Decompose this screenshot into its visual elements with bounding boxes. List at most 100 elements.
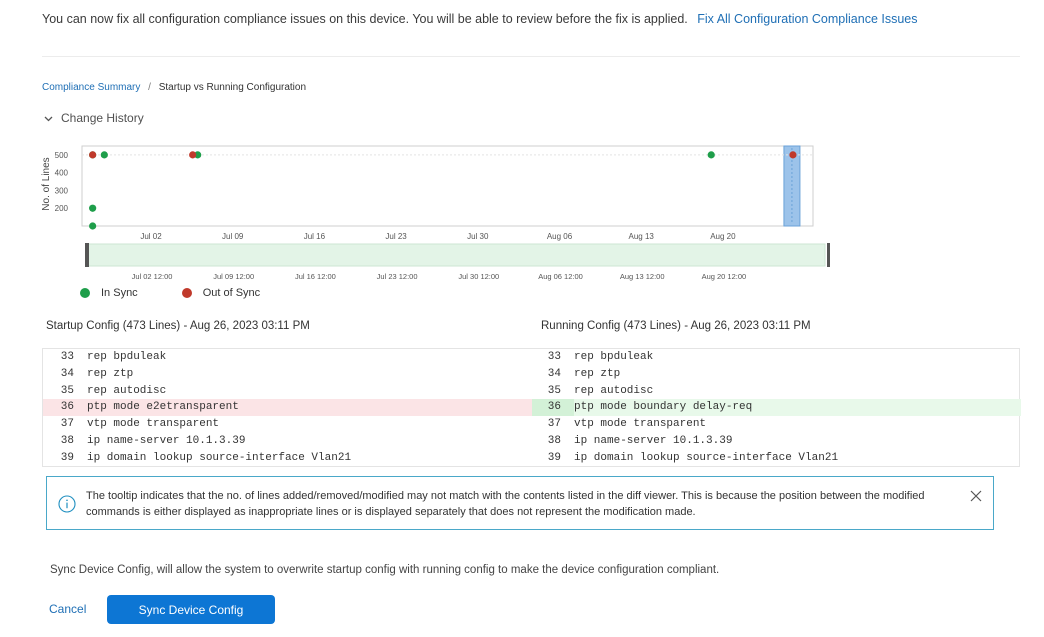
navigator-tick-label: Jul 09 12:00	[213, 272, 254, 281]
info-icon	[58, 495, 76, 513]
in-sync-point	[89, 222, 97, 230]
config-line: ip domain lookup source-interface Vlan21	[574, 451, 839, 464]
startup-config-title: Startup Config (473 Lines) - Aug 26, 202…	[46, 320, 310, 332]
line-number: 37	[60, 418, 74, 431]
info-notification: The tooltip indicates that the no. of li…	[46, 476, 994, 530]
banner-message: You can now fix all configuration compli…	[42, 12, 688, 26]
line-number: 35	[547, 384, 561, 397]
running-config-pane: 33 rep bpduleak 34 rep ztp 35 rep autodisc …	[532, 349, 1021, 467]
diff-row: 33 rep bpduleak	[532, 349, 1021, 366]
diff-row: 38 ip name-server 10.1.3.39	[43, 433, 532, 450]
breadcrumb: Compliance Summary / Startup vs Running …	[42, 82, 306, 93]
x-tick-label: Aug 13	[629, 232, 655, 241]
config-line: ip name-server 10.1.3.39	[87, 434, 246, 447]
navigator-tick-label: Jul 30 12:00	[458, 272, 499, 281]
diff-row: 37 vtp mode transparent	[532, 416, 1021, 433]
in-sync-point	[100, 151, 108, 159]
navigator-tick-label: Jul 23 12:00	[377, 272, 418, 281]
in-sync-point	[707, 151, 715, 159]
navigator-left-handle	[85, 243, 89, 267]
config-line: rep ztp	[87, 367, 134, 380]
line-number: 39	[60, 451, 74, 464]
line-number: 38	[547, 434, 561, 447]
x-axis: Jul 02 Jul 09 Jul 16 Jul 23 Jul 30 Aug 06 Aug …	[140, 232, 736, 241]
time-range-navigator[interactable]: Jul 02 12:00 Jul 09 12:00 Jul 16 12:00 Jul …	[85, 243, 830, 281]
fix-all-link[interactable]: Fix All Configuration Compliance Issues	[697, 12, 917, 26]
out-of-sync-point	[189, 151, 197, 159]
config-line: ip domain lookup source-interface Vlan21	[87, 451, 352, 464]
navigator-tick-label: Jul 02 12:00	[132, 272, 173, 281]
navigator-tick-label: Jul 16 12:00	[295, 272, 336, 281]
y-axis-label: No. of Lines	[41, 157, 52, 210]
chevron-down-icon	[44, 116, 53, 121]
line-number: 33	[60, 351, 74, 363]
x-tick-label: Jul 23	[385, 232, 407, 241]
chart-legend: In Sync Out of Sync	[80, 287, 304, 299]
startup-config-pane: 33 rep bpduleak 34 rep ztp 35 rep autodisc …	[43, 349, 532, 467]
cancel-button[interactable]: Cancel	[49, 602, 86, 616]
breadcrumb-separator: /	[148, 82, 151, 93]
running-config-title: Running Config (473 Lines) - Aug 26, 202…	[541, 320, 811, 332]
line-number: 38	[60, 434, 74, 447]
change-history-toggle[interactable]: Change History	[42, 111, 144, 125]
navigator-tick-label: Aug 20 12:00	[702, 272, 747, 281]
config-line: ptp mode boundary delay-req	[574, 401, 753, 414]
diff-row: 35 rep autodisc	[43, 383, 532, 400]
navigator-track	[87, 243, 826, 267]
change-history-label: Change History	[61, 111, 144, 125]
change-history-chart: 200 300 400 500 No. of Lines Jul 02 Jul 09 Jul…	[30, 140, 830, 310]
diff-row: 39 ip domain lookup source-interface Vlan…	[43, 450, 532, 467]
diff-row: 35 rep autodisc	[532, 383, 1021, 400]
breadcrumb-compliance-summary[interactable]: Compliance Summary	[42, 82, 140, 93]
diff-row: 34 rep ztp	[43, 366, 532, 383]
legend-item-in-sync: In Sync	[80, 287, 138, 299]
line-number: 36	[60, 401, 74, 414]
y-tick-label: 400	[55, 169, 69, 178]
x-tick-label: Aug 06	[547, 232, 573, 241]
line-number: 36	[532, 399, 574, 417]
diff-row: 34 rep ztp	[532, 366, 1021, 383]
x-tick-label: Jul 09	[222, 232, 244, 241]
diff-row: 33 rep bpduleak	[43, 349, 532, 366]
divider	[42, 56, 1020, 57]
sync-device-config-button[interactable]: Sync Device Config	[107, 595, 275, 624]
diff-row: 38 ip name-server 10.1.3.39	[532, 433, 1021, 450]
x-tick-label: Jul 30	[467, 232, 489, 241]
config-line: rep bpduleak	[574, 351, 654, 363]
diff-row: 37 vtp mode transparent	[43, 416, 532, 433]
config-line: ip name-server 10.1.3.39	[574, 434, 733, 447]
chart-svg: 200300400500No. of Lines Jul 02 Jul 09 Jul…	[41, 145, 830, 281]
diff-row-added: 36 ptp mode boundary delay-req	[532, 399, 1021, 417]
config-line: rep autodisc	[87, 384, 167, 397]
y-tick-label: 200	[55, 204, 69, 213]
sync-note: Sync Device Config, will allow the syste…	[50, 564, 720, 576]
breadcrumb-current: Startup vs Running Configuration	[158, 82, 307, 93]
config-line: vtp mode transparent	[87, 418, 220, 431]
config-line: vtp mode transparent	[574, 418, 707, 431]
navigator-right-handle	[827, 243, 830, 267]
y-tick-label: 300	[55, 186, 69, 195]
line-number: 35	[60, 384, 74, 397]
diff-viewer[interactable]: 33 rep bpduleak 34 rep ztp 35 rep autodisc …	[42, 348, 1021, 467]
compliance-banner: You can now fix all configuration compli…	[42, 12, 918, 26]
out-of-sync-point	[789, 151, 797, 159]
navigator-tick-label: Aug 13 12:00	[620, 272, 665, 281]
close-icon[interactable]	[969, 489, 983, 503]
diff-row-removed: 36 ptp mode e2etransparent	[43, 399, 532, 417]
line-number: 34	[60, 367, 74, 380]
config-line: rep ztp	[574, 367, 621, 380]
info-text: The tooltip indicates that the no. of li…	[86, 490, 925, 518]
navigator-tick-label: Aug 06 12:00	[538, 272, 583, 281]
line-number: 34	[547, 367, 561, 380]
out-of-sync-dot-icon	[181, 288, 192, 298]
legend-label: In Sync	[101, 287, 138, 299]
in-sync-dot-icon	[80, 288, 90, 298]
config-line: rep autodisc	[574, 384, 654, 397]
x-tick-label: Jul 02	[140, 232, 162, 241]
line-number: 37	[547, 418, 561, 431]
diff-row: 39 ip domain lookup source-interface Vlan…	[532, 450, 1021, 467]
legend-item-out-of-sync: Out of Sync	[181, 287, 261, 299]
legend-label: Out of Sync	[202, 287, 261, 299]
x-tick-label: Jul 16	[304, 232, 326, 241]
config-line: ptp mode e2etransparent	[87, 401, 239, 414]
